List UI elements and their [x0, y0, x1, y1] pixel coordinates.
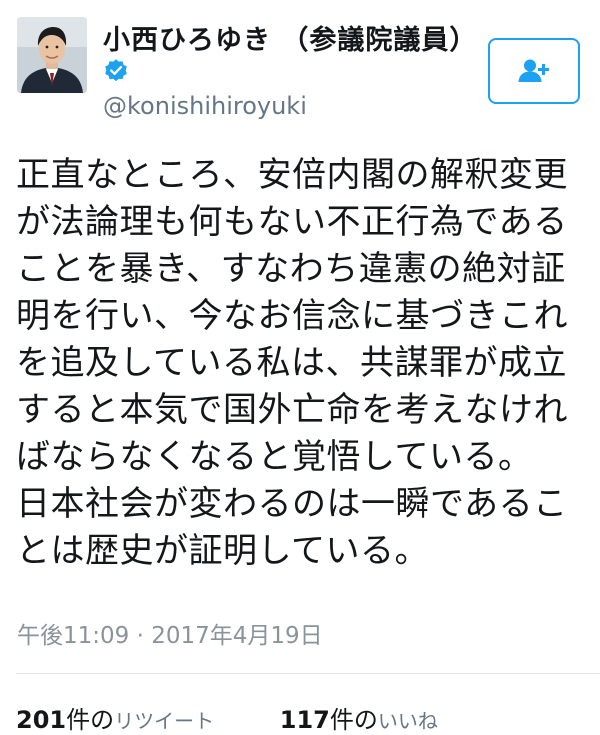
like-count[interactable]: 117件のいいね: [280, 700, 438, 735]
verified-badge-icon: [105, 59, 127, 82]
tweet-text: 正直なところ、安倍内閣の解釈変更 が法論理も何もない不正行為である ことを暴き、…: [16, 155, 568, 571]
tweet-timestamp[interactable]: 午後11:09 · 2017年4月19日: [17, 616, 323, 650]
add-user-icon: [518, 59, 549, 82]
retweet-count[interactable]: 201件のリツイート: [16, 700, 214, 735]
like-count-number: 117: [279, 706, 330, 734]
retweet-count-unit: 件の: [66, 706, 115, 734]
divider: [16, 673, 600, 674]
like-count-unit: 件の: [329, 706, 378, 734]
display-name[interactable]: 小西ひろゆき （参議院議員）: [103, 18, 477, 57]
user-handle[interactable]: @konishihiroyuki: [103, 92, 307, 120]
engagement-stats: 201件のリツイート 117件のいいね: [16, 700, 438, 735]
retweet-label: リツイート: [114, 709, 215, 733]
profile-photo: [17, 17, 87, 93]
follow-button[interactable]: [488, 38, 580, 104]
avatar[interactable]: [17, 17, 87, 93]
retweet-count-number: 201: [16, 706, 67, 734]
like-label: いいね: [377, 709, 438, 733]
